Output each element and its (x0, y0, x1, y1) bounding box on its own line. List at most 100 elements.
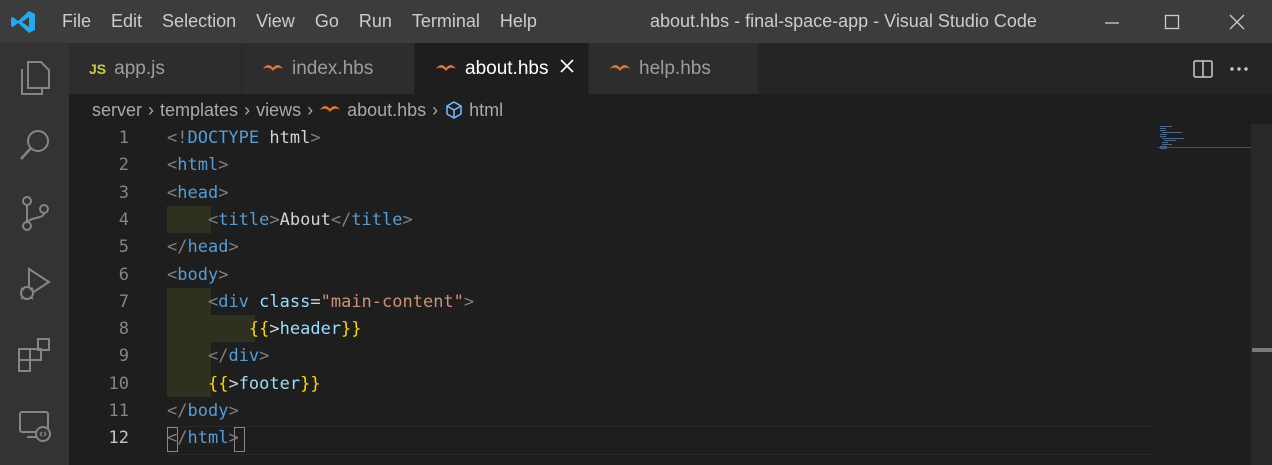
code-token: > (269, 319, 280, 340)
code-line: </body> (167, 398, 239, 425)
menu-edit[interactable]: Edit (111, 11, 142, 32)
remote-explorer-button[interactable] (0, 395, 69, 455)
code-token: {{ (207, 373, 229, 394)
menu-run[interactable]: Run (359, 11, 392, 32)
vertical-scrollbar[interactable] (1251, 124, 1272, 465)
tab-help-hbs[interactable]: help.hbs (589, 43, 759, 94)
handlebars-file-icon (436, 64, 456, 71)
code-token: > (218, 182, 229, 203)
menu-go[interactable]: Go (315, 11, 339, 32)
extensions-button[interactable] (0, 325, 69, 385)
code-line: <title>About</title> (167, 207, 413, 234)
code-token: < (167, 264, 178, 285)
chevron-right-icon: › (244, 99, 251, 120)
tab-bar: JS app.js index.hbs about.hbs help.hbs (69, 43, 1272, 94)
minimap[interactable] (1158, 125, 1251, 150)
code-token: < (207, 291, 219, 312)
minimize-button[interactable] (1083, 0, 1141, 43)
tab-label: app.js (114, 57, 165, 79)
tab-label: index.hbs (292, 57, 374, 79)
code-line: </html> (167, 425, 239, 452)
breadcrumb-symbol[interactable]: html (469, 100, 503, 121)
code-line: {{>footer}} (167, 371, 321, 398)
code-token: class (259, 291, 311, 312)
code-token: > (218, 264, 229, 285)
close-window-button[interactable] (1208, 0, 1266, 43)
code-token: div (228, 346, 260, 367)
close-tab-button[interactable] (560, 56, 574, 79)
tab-label: about.hbs (465, 57, 549, 79)
code-token: "main-content" (320, 291, 464, 312)
breadcrumb-file[interactable]: about.hbs (347, 100, 426, 121)
code-token: > (402, 209, 413, 230)
tab-label: help.hbs (639, 57, 711, 79)
code-token: </ (167, 237, 188, 258)
code-token: > (259, 346, 270, 367)
tab-app-js[interactable]: JS app.js (69, 43, 242, 94)
code-token: = (310, 291, 321, 312)
minimize-icon (1105, 21, 1119, 24)
title-bar: File Edit Selection View Go Run Terminal… (0, 0, 1272, 43)
menu-file[interactable]: File (62, 11, 91, 32)
line-number: 8 (118, 319, 129, 340)
code-token: title (218, 209, 270, 230)
maximize-button[interactable] (1143, 0, 1201, 43)
window-title: about.hbs - final-space-app - Visual Stu… (650, 11, 1037, 31)
breadcrumb-templates[interactable]: templates (160, 100, 238, 121)
extensions-icon (17, 338, 50, 372)
menu-bar: File Edit Selection View Go Run Terminal… (62, 0, 557, 43)
code-token: > (228, 401, 239, 421)
code-editor[interactable]: 1 2 3 4 5 6 7 8 9 10 11 12 <!DOCTYPE html> <html> <he… (69, 124, 1252, 465)
code-token: header (279, 319, 342, 340)
menu-view[interactable]: View (256, 11, 295, 32)
line-number: 5 (118, 237, 129, 258)
vscode-logo-icon[interactable] (10, 9, 36, 35)
split-editor-icon (1193, 59, 1213, 78)
code-line: </head> (167, 234, 239, 261)
menu-help[interactable]: Help (500, 11, 537, 32)
maximize-icon (1164, 14, 1180, 29)
code-line: <html> (167, 152, 228, 179)
code-token: head (187, 237, 229, 258)
code-token: div (218, 291, 249, 312)
search-button[interactable] (0, 115, 69, 175)
code-line: <div class="main-content"> (167, 289, 474, 316)
explorer-button[interactable] (0, 48, 69, 108)
code-token: About (279, 209, 331, 230)
code-token: > (269, 209, 280, 230)
breadcrumb-server[interactable]: server (92, 100, 142, 121)
breadcrumb-views[interactable]: views (256, 100, 301, 121)
tab-about-hbs[interactable]: about.hbs (415, 43, 589, 94)
menu-terminal[interactable]: Terminal (412, 11, 480, 32)
code-token: < (207, 209, 219, 230)
code-token: > (218, 155, 229, 176)
split-editor-button[interactable] (1188, 43, 1218, 94)
code-token: html (187, 428, 229, 449)
files-icon (20, 61, 50, 95)
tab-index-hbs[interactable]: index.hbs (242, 43, 415, 94)
breadcrumb: server › templates › views › about.hbs ›… (92, 96, 503, 124)
line-number: 3 (118, 182, 129, 203)
code-token: </ (167, 401, 188, 421)
code-token: > (228, 428, 239, 449)
more-actions-button[interactable] (1224, 43, 1254, 94)
menu-selection[interactable]: Selection (162, 11, 236, 32)
line-number: 7 (118, 291, 129, 312)
close-icon (560, 59, 574, 73)
source-control-button[interactable] (0, 184, 69, 244)
activity-bar (0, 43, 69, 465)
more-icon (1230, 66, 1248, 71)
close-icon (1229, 14, 1245, 29)
code-line: <body> (167, 262, 228, 289)
run-debug-button[interactable] (0, 255, 69, 315)
code-line: <!DOCTYPE html> (167, 125, 321, 152)
line-number: 10 (108, 373, 129, 394)
code-token: body (177, 264, 219, 285)
handlebars-file-icon (610, 64, 630, 71)
source-control-icon (21, 196, 49, 231)
code-token: body (187, 401, 229, 421)
code-token: footer (238, 373, 301, 394)
